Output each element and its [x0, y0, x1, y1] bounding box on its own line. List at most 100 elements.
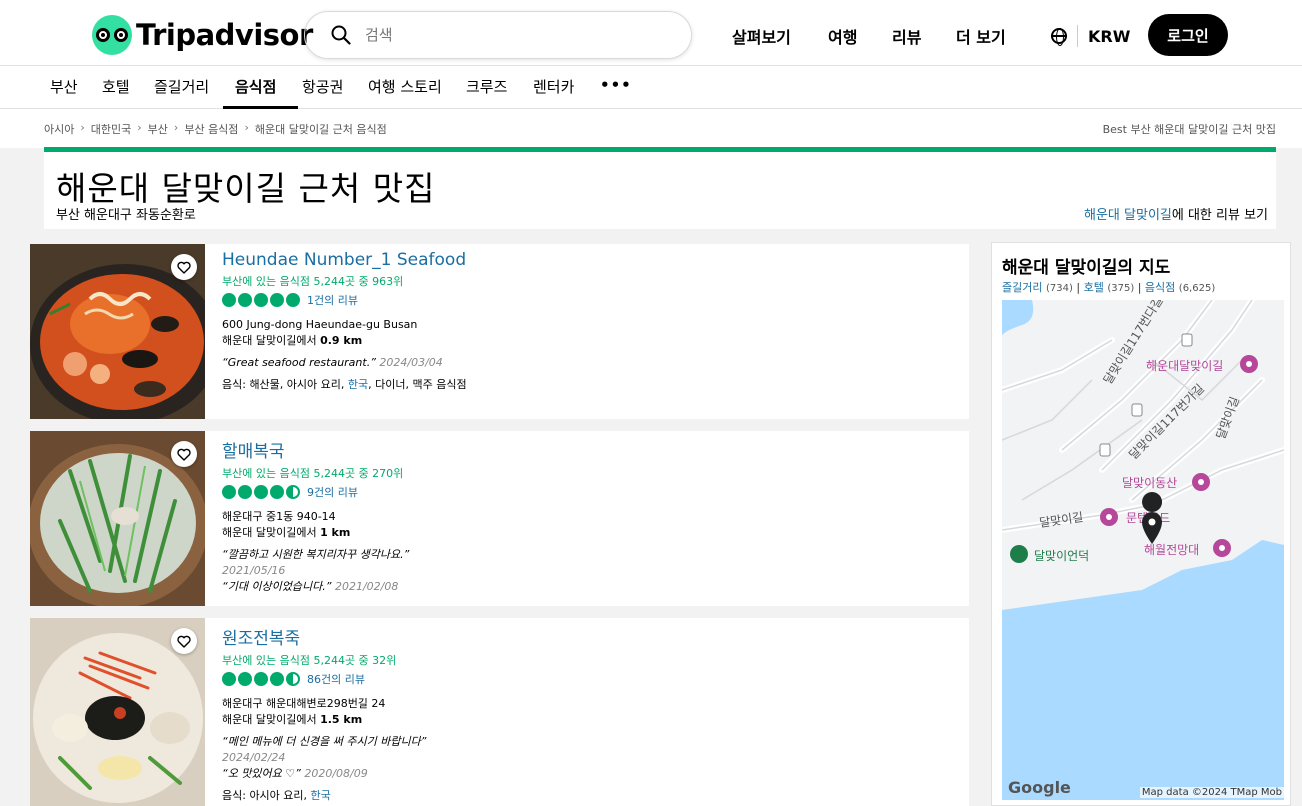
- language-currency[interactable]: KRW: [1051, 25, 1130, 47]
- subnav-item-cruises[interactable]: 크루즈: [466, 76, 507, 97]
- subnav-item-things-to-do[interactable]: 즐길거리: [154, 76, 209, 97]
- breadcrumb-busan-restaurants[interactable]: 부산 음식점: [184, 121, 238, 137]
- restaurant-rank: 부산에 있는 음식점 5,244곳 중 963위: [222, 275, 404, 288]
- save-heart-button[interactable]: [171, 441, 197, 467]
- restaurant-distance: 해운대 달맞이길에서 1 km: [222, 526, 351, 539]
- tripadvisor-logo[interactable]: Tripadvisor: [92, 15, 313, 55]
- subnav-item-rental-cars[interactable]: 렌터카: [533, 76, 574, 97]
- breadcrumb: 아시아 › 대한민국 › 부산 › 부산 음식점 › 해운대 달맞이길 근처 음…: [44, 121, 387, 137]
- map-canvas[interactable]: 달맞이길117번다길 달맞이길117번가길 달맞이길 달맞이길 해운대달맞이길 …: [1002, 300, 1284, 800]
- nav-review[interactable]: 리뷰: [892, 24, 956, 48]
- breadcrumb-asia[interactable]: 아시아: [44, 121, 74, 137]
- restaurant-rank: 부산에 있는 음식점 5,244곳 중 32위: [222, 654, 397, 667]
- divider: [1077, 25, 1078, 47]
- restaurant-distance: 해운대 달맞이길에서 0.9 km: [222, 334, 363, 347]
- breadcrumb-busan[interactable]: 부산: [148, 121, 168, 137]
- restaurant-info: Heundae Number_1 Seafood 부산에 있는 음식점 5,24…: [222, 250, 502, 393]
- restaurant-photo[interactable]: [30, 431, 205, 606]
- login-button[interactable]: 로그인: [1148, 14, 1228, 56]
- review-count[interactable]: 9건의 리뷰: [307, 484, 358, 500]
- map-category-things-to-do[interactable]: 즐길거리: [1002, 281, 1042, 294]
- map-panel: 해운대 달맞이길의 지도 즐길거리 (734) | 호텔 (375) | 음식점…: [991, 242, 1291, 806]
- category-count: (375): [1107, 283, 1135, 294]
- subnav-item-restaurants[interactable]: 음식점: [235, 76, 276, 97]
- cuisine-link[interactable]: 한국: [311, 789, 331, 802]
- restaurant-photo[interactable]: [30, 618, 205, 806]
- breadcrumb-korea[interactable]: 대한민국: [91, 121, 131, 137]
- rating-bubbles[interactable]: 86건의 리뷰: [222, 671, 502, 687]
- restaurant-card[interactable]: Heundae Number_1 Seafood 부산에 있는 음식점 5,24…: [30, 244, 969, 419]
- restaurant-photo[interactable]: [30, 244, 205, 419]
- nav-trips[interactable]: 여행: [828, 24, 892, 48]
- breadcrumb-current: 해운대 달맞이길 근처 음식점: [254, 123, 387, 136]
- restaurant-name[interactable]: 원조전복죽: [222, 624, 502, 649]
- map-category-restaurants[interactable]: 음식점: [1145, 281, 1175, 294]
- page-title: 해운대 달맞이길 근처 맛집: [56, 169, 436, 208]
- review-count[interactable]: 86건의 리뷰: [307, 671, 365, 687]
- chevron-right-icon: ›: [173, 121, 179, 134]
- rating-bubble-icon: [254, 293, 268, 307]
- map-poi-label: 해월전망대: [1144, 543, 1199, 557]
- chevron-right-icon: ›: [137, 121, 142, 134]
- search-icon: [331, 25, 351, 45]
- map-poi-label: 해운대달맞이길: [1146, 359, 1223, 373]
- review-snippet[interactable]: “Great seafood restaurant.” 2024/03/04: [222, 355, 502, 371]
- review-snippet[interactable]: “깔끔하고 시원한 복지리자꾸 생각나요.” 2021/05/16: [222, 547, 502, 579]
- nav-more[interactable]: 더 보기: [956, 24, 1046, 48]
- title-box: 해운대 달맞이길 근처 맛집 부산 해운대구 좌동순환로 해운대 달맞이길에 대…: [44, 147, 1276, 229]
- review-snippet[interactable]: “오 맛있어요 ♡” 2020/08/09: [222, 766, 502, 782]
- rating-bubble-icon: [222, 485, 236, 499]
- map-attribution: Map data ©2024 TMap Mob: [1139, 787, 1284, 798]
- restaurant-distance: 해운대 달맞이길에서 1.5 km: [222, 713, 363, 726]
- map-categories: 즐길거리 (734) | 호텔 (375) | 음식점 (6,625): [1002, 281, 1216, 294]
- google-logo: Google: [1008, 778, 1071, 797]
- restaurant-address: 해운대구 중1동 940-14: [222, 510, 336, 523]
- rating-bubble-icon: [254, 485, 268, 499]
- save-heart-button[interactable]: [171, 254, 197, 280]
- restaurant-name[interactable]: Heundae Number_1 Seafood: [222, 250, 502, 270]
- more-icon[interactable]: •••: [600, 76, 632, 94]
- heart-icon: [177, 261, 191, 274]
- attraction-reviews-link[interactable]: 해운대 달맞이길: [1084, 208, 1172, 223]
- restaurant-name[interactable]: 할매복국: [222, 437, 502, 462]
- cuisine-link[interactable]: 한국: [348, 378, 368, 391]
- review-count[interactable]: 1건의 리뷰: [307, 292, 358, 308]
- restaurant-cuisine: 음식: 아시아 요리, 한국: [222, 789, 331, 802]
- rating-bubble-icon: [222, 672, 236, 686]
- breadcrumb-bar: 아시아 › 대한민국 › 부산 › 부산 음식점 › 해운대 달맞이길 근처 음…: [0, 109, 1302, 148]
- header: Tripadvisor 살펴보기 여행 리뷰 더 보기 KRW 로그인: [0, 0, 1302, 66]
- rating-bubble-icon: [270, 293, 284, 307]
- reviews-link-line: 해운대 달맞이길에 대한 리뷰 보기: [1084, 204, 1268, 223]
- search-input[interactable]: [365, 26, 655, 44]
- chevron-right-icon: ›: [80, 121, 85, 134]
- nav-explore[interactable]: 살펴보기: [732, 24, 828, 48]
- rating-bubble-icon: [238, 293, 252, 307]
- restaurant-address: 해운대구 해운대해변로298번길 24: [222, 697, 386, 710]
- rating-bubbles[interactable]: 9건의 리뷰: [222, 484, 502, 500]
- category-count: (6,625): [1178, 283, 1216, 294]
- review-snippet[interactable]: “기대 이상이었습니다.” 2021/02/08: [222, 579, 502, 595]
- category-count: (734): [1045, 283, 1073, 294]
- map-park-label: 달맞이언덕: [1034, 549, 1089, 563]
- currency-label: KRW: [1088, 26, 1131, 46]
- subnav-item-hotels[interactable]: 호텔: [102, 76, 130, 97]
- rating-bubbles[interactable]: 1건의 리뷰: [222, 292, 502, 308]
- rating-bubble-icon: [222, 293, 236, 307]
- subnav-item-flights[interactable]: 항공권: [302, 76, 343, 97]
- restaurant-card[interactable]: 할매복국 부산에 있는 음식점 5,244곳 중 270위 9건의 리뷰 해운대…: [30, 431, 969, 606]
- rating-bubble-icon: [238, 485, 252, 499]
- map-poi-label: 달맞이동산: [1122, 476, 1177, 490]
- save-heart-button[interactable]: [171, 628, 197, 654]
- review-snippet[interactable]: “메인 메뉴에 더 신경을 써 주시기 바랍니다” 2024/02/24: [222, 734, 502, 766]
- restaurant-rank: 부산에 있는 음식점 5,244곳 중 270위: [222, 467, 404, 480]
- subnav-item-travel-stories[interactable]: 여행 스토리: [368, 76, 442, 97]
- restaurant-info: 원조전복죽 부산에 있는 음식점 5,244곳 중 32위 86건의 리뷰 해운…: [222, 624, 502, 804]
- map-category-hotels[interactable]: 호텔: [1084, 281, 1104, 294]
- restaurant-card[interactable]: 원조전복죽 부산에 있는 음식점 5,244곳 중 32위 86건의 리뷰 해운…: [30, 618, 969, 806]
- subnav-item-busan[interactable]: 부산: [50, 76, 78, 97]
- rating-bubble-icon: [270, 485, 284, 499]
- rating-bubble-icon: [286, 293, 300, 307]
- search-bar[interactable]: [304, 11, 692, 59]
- sub-nav: 부산 호텔 즐길거리 음식점 항공권 여행 스토리 크루즈 렌터카 •••: [0, 66, 1302, 109]
- globe-icon: [1051, 28, 1067, 46]
